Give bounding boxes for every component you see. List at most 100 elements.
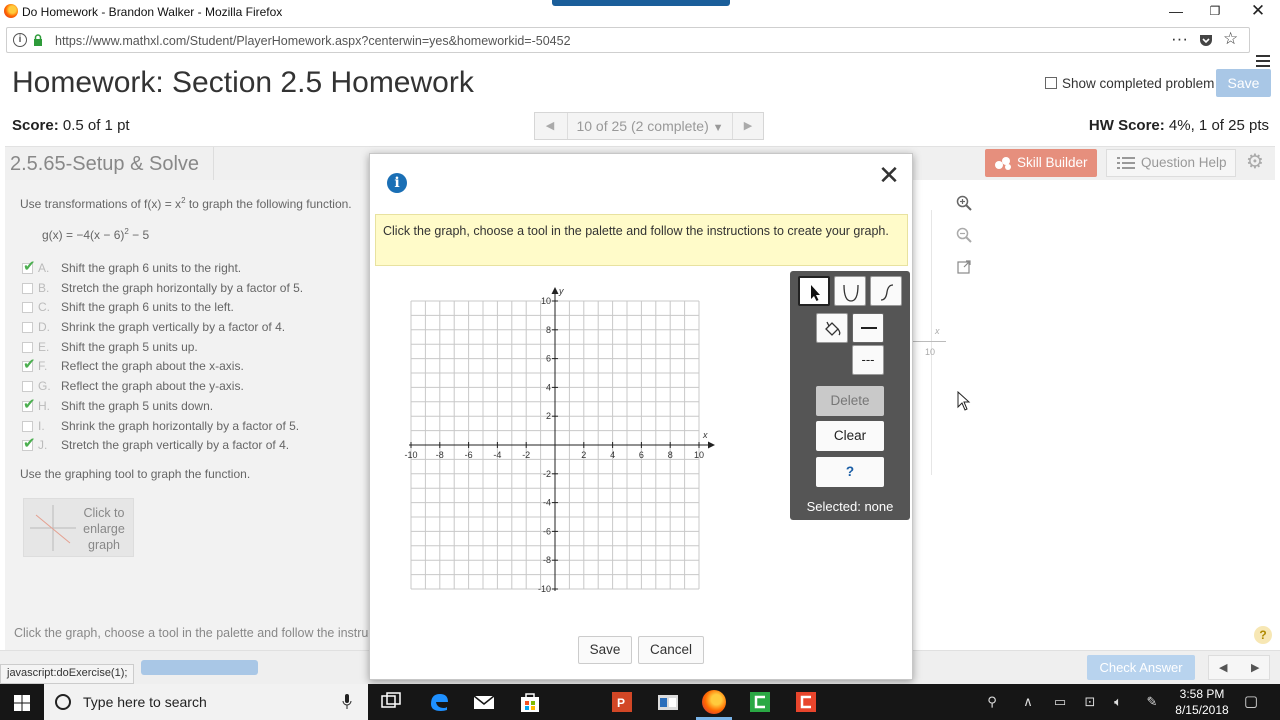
show-completed-checkbox[interactable] bbox=[1045, 77, 1057, 89]
notifications-icon[interactable]: ▢ bbox=[1243, 694, 1259, 710]
question-help-button[interactable]: Question Help bbox=[1106, 149, 1236, 177]
y-tick-label: -10 bbox=[538, 584, 551, 594]
delete-button[interactable]: Delete bbox=[816, 386, 884, 416]
choice-item[interactable]: B. Stretch the graph horizontally by a fa… bbox=[20, 280, 303, 300]
choice-item[interactable]: ✔ A. Shift the graph 6 units to the right. bbox=[20, 258, 303, 280]
check-answer-button[interactable]: Check Answer bbox=[1087, 655, 1195, 680]
question-help-label: Question Help bbox=[1141, 155, 1227, 170]
mouse-cursor-icon bbox=[957, 391, 971, 411]
tool-palette: --- Delete Clear ? Selected: none bbox=[790, 271, 910, 520]
choice-item[interactable]: ✔ F. Reflect the graph about the x-axis. bbox=[20, 356, 303, 378]
page-actions-icon[interactable]: ··· bbox=[1171, 29, 1188, 49]
pointer-tool[interactable] bbox=[798, 276, 830, 306]
choice-letter: H. bbox=[38, 398, 50, 413]
enlarge-graph-button[interactable]: Click to enlarge graph bbox=[23, 498, 134, 557]
battery-icon[interactable]: ▭ bbox=[1052, 694, 1068, 710]
y-tick-label: 10 bbox=[541, 296, 551, 306]
pen-icon[interactable]: ✎ bbox=[1144, 694, 1160, 710]
edge-icon[interactable] bbox=[427, 690, 451, 714]
curve-icon bbox=[880, 284, 894, 301]
selected-tool-status: Selected: none bbox=[806, 499, 894, 514]
function-g: g(x) = −4(x − 6)2 − 5 bbox=[42, 227, 149, 242]
prev-question-icon[interactable]: ◀ bbox=[535, 113, 565, 139]
gear-icon[interactable]: ⚙ bbox=[1246, 152, 1266, 172]
question-id: 2.5.65-Setup & Solve bbox=[10, 153, 200, 175]
site-info-icon[interactable]: i bbox=[13, 33, 27, 47]
popout-icon[interactable] bbox=[956, 259, 972, 275]
task-view-icon[interactable] bbox=[379, 690, 403, 714]
file-explorer-icon[interactable] bbox=[656, 690, 680, 714]
next-arrow-icon[interactable]: ▶ bbox=[1251, 661, 1259, 674]
minimize-icon[interactable]: — bbox=[1166, 2, 1186, 20]
use-tool-instruction: Use the graphing tool to graph the funct… bbox=[20, 467, 251, 481]
background-x-label: x bbox=[935, 326, 940, 336]
network-icon[interactable]: ⊡ bbox=[1082, 694, 1098, 710]
choice-item[interactable]: ✔ H. Shift the graph 5 units down. bbox=[20, 396, 303, 418]
x-tick-label: 8 bbox=[668, 450, 673, 460]
background-tick-label: 10 bbox=[925, 347, 936, 357]
store-icon[interactable] bbox=[518, 690, 542, 714]
start-button[interactable] bbox=[0, 684, 44, 720]
close-icon[interactable]: ✕ bbox=[876, 162, 902, 188]
dialog-cancel-button[interactable]: Cancel bbox=[638, 636, 704, 664]
zoom-in-icon[interactable] bbox=[956, 195, 972, 211]
palette-help-button[interactable]: ? bbox=[816, 457, 884, 487]
clear-button[interactable]: Clear bbox=[816, 421, 884, 451]
choice-checkbox[interactable] bbox=[22, 381, 33, 393]
fill-tool[interactable] bbox=[816, 313, 848, 343]
dashed-line-tool[interactable]: --- bbox=[852, 345, 884, 375]
skill-builder-button[interactable]: Skill Builder bbox=[985, 149, 1097, 177]
clock-date[interactable]: 8/15/2018 bbox=[1170, 703, 1234, 717]
choice-checkbox[interactable] bbox=[22, 420, 33, 432]
y-tick-label: -8 bbox=[543, 555, 551, 565]
choice-letter: J. bbox=[38, 438, 48, 453]
camtasia-green-icon[interactable] bbox=[748, 690, 772, 714]
choice-item[interactable]: E. Shift the graph 5 units up. bbox=[20, 339, 303, 359]
url-bar[interactable]: i https://www.mathxl.com/Student/PlayerH… bbox=[6, 27, 1250, 53]
choice-item[interactable]: G. Reflect the graph about the y-axis. bbox=[20, 378, 303, 398]
parabola-tool[interactable] bbox=[834, 276, 866, 306]
enlarge-graph-label: Click to enlarge graph bbox=[83, 506, 125, 552]
menu-icon[interactable] bbox=[1256, 55, 1270, 69]
next-question-icon[interactable]: ▶ bbox=[733, 113, 763, 139]
checkmark-icon: ✔ bbox=[23, 258, 36, 275]
microphone-icon[interactable] bbox=[342, 694, 352, 710]
volume-icon[interactable]: 🔈︎ bbox=[1110, 694, 1126, 710]
cortana-icon bbox=[55, 694, 71, 710]
question-selector[interactable]: 10 of 25 (2 complete) ▼ bbox=[567, 113, 733, 139]
save-button[interactable]: Save bbox=[1216, 69, 1271, 97]
camtasia-red-icon[interactable] bbox=[794, 690, 818, 714]
people-icon[interactable]: ⚲ bbox=[984, 694, 1000, 710]
close-window-icon[interactable]: ✕ bbox=[1248, 2, 1268, 20]
pocket-icon[interactable] bbox=[1199, 33, 1213, 47]
bookmark-star-icon[interactable]: ☆ bbox=[1223, 29, 1238, 49]
tray-expand-icon[interactable]: ∧ bbox=[1020, 694, 1036, 710]
dialog-save-button[interactable]: Save bbox=[578, 636, 632, 664]
choice-item[interactable]: D. Shrink the graph vertically by a facto… bbox=[20, 319, 303, 339]
firefox-taskbar-icon[interactable] bbox=[702, 690, 726, 714]
choice-item[interactable]: I. Shrink the graph horizontally by a fac… bbox=[20, 418, 303, 438]
choice-item[interactable]: C. Shift the graph 6 units to the left. bbox=[20, 299, 303, 319]
help-question-icon[interactable]: ? bbox=[1254, 626, 1272, 644]
choice-text: Shrink the graph vertically by a factor … bbox=[61, 320, 286, 335]
taskbar-search[interactable]: Type here to search bbox=[44, 684, 368, 720]
mail-icon[interactable] bbox=[472, 690, 496, 714]
choice-checkbox[interactable] bbox=[22, 322, 33, 334]
pointer-icon bbox=[811, 285, 820, 301]
prev-arrow-icon[interactable]: ◀ bbox=[1219, 661, 1227, 674]
powerpoint-icon[interactable]: P bbox=[610, 690, 634, 714]
zoom-out-icon[interactable] bbox=[956, 227, 972, 243]
curve-tool[interactable] bbox=[870, 276, 902, 306]
clock-time[interactable]: 3:58 PM bbox=[1170, 687, 1234, 701]
choice-item[interactable]: ✔ J. Stretch the graph vertically by a fac… bbox=[20, 435, 303, 457]
choice-checkbox[interactable] bbox=[22, 282, 33, 294]
coordinate-grid[interactable]: x y -10 -8 -6 -4 -2 2 4 6 8 10 10 8 6 4 2 -2 -4 -6 -8 -10 bbox=[400, 279, 720, 594]
restore-icon[interactable]: ❐ bbox=[1205, 2, 1225, 20]
choice-checkbox[interactable] bbox=[22, 341, 33, 353]
x-tick-label: -6 bbox=[465, 450, 473, 460]
solid-line-tool[interactable] bbox=[852, 313, 884, 343]
choice-checkbox[interactable] bbox=[22, 302, 33, 314]
y-tick-label: -6 bbox=[543, 526, 551, 536]
show-completed-toggle[interactable]: Show completed problem bbox=[1045, 76, 1214, 91]
url-text[interactable]: https://www.mathxl.com/Student/PlayerHom… bbox=[55, 34, 571, 48]
